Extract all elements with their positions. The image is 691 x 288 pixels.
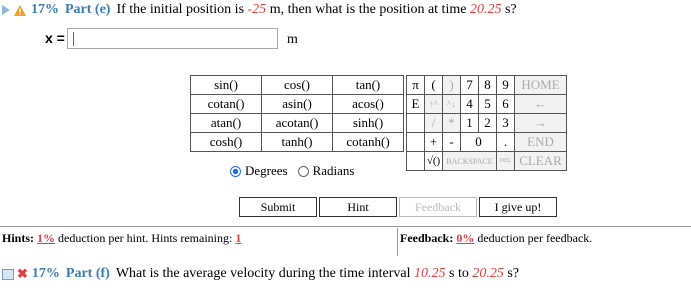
key-1[interactable]: 1	[460, 113, 479, 133]
submit-button[interactable]: Submit	[239, 197, 317, 217]
divide-button[interactable]: /	[424, 113, 443, 133]
key-5[interactable]: 5	[478, 94, 497, 114]
key-4[interactable]: 4	[460, 94, 479, 114]
part-e-question: If the initial position is -25 m, then w…	[116, 2, 517, 17]
answer-input[interactable]	[67, 28, 278, 49]
minus-button[interactable]: -	[442, 132, 461, 152]
hint-deduction: 1%	[37, 231, 56, 245]
feedback-deduction: 0%	[456, 231, 475, 245]
time-value: 20.25	[469, 2, 502, 17]
answer-label: x =	[45, 30, 65, 46]
right-arrow-button[interactable]: →	[514, 113, 567, 133]
cotan-button[interactable]: cotan()	[190, 94, 262, 114]
text-cursor	[73, 32, 74, 46]
t1-value: 10.25	[414, 266, 446, 281]
key-2[interactable]: 2	[478, 113, 497, 133]
sinh-button[interactable]: sinh()	[332, 113, 404, 133]
superscript-button[interactable]: ↑^	[424, 94, 443, 114]
open-paren-button[interactable]: (	[424, 75, 443, 95]
radians-radio[interactable]	[297, 165, 309, 177]
plus-button[interactable]: +	[424, 132, 443, 152]
hints-text: Hints: 1% deduction per hint. Hints rema…	[2, 231, 242, 245]
feedback-button[interactable]: Feedback	[399, 197, 477, 217]
tan-button[interactable]: tan()	[332, 75, 404, 95]
e-button[interactable]: E	[406, 94, 425, 114]
part-e-header: 17% Part (e) If the initial position is …	[2, 2, 517, 18]
clear-button[interactable]: CLEAR	[514, 151, 567, 171]
play-icon[interactable]	[2, 5, 10, 15]
degrees-radio[interactable]	[230, 165, 241, 177]
cos-button[interactable]: cos()	[261, 75, 333, 95]
angle-mode-group: Degrees Radians	[230, 163, 354, 179]
function-keypad: sin() cos() tan() cotan() asin() acos() …	[190, 75, 404, 152]
give-up-button[interactable]: I give up!	[479, 197, 557, 217]
numeric-keypad: π ( ) 7 8 9 HOME E ↑^ ^↓ 4 5 6 ← / * 1 2…	[406, 75, 567, 171]
key-9[interactable]: 9	[496, 75, 515, 95]
acotan-button[interactable]: acotan()	[261, 113, 333, 133]
del-button[interactable]: DEL	[496, 151, 515, 171]
home-button[interactable]: HOME	[514, 75, 567, 95]
key-8[interactable]: 8	[478, 75, 497, 95]
part-e-label: Part (e)	[65, 2, 111, 17]
asin-button[interactable]: asin()	[261, 94, 333, 114]
decimal-button[interactable]: .	[496, 132, 515, 152]
tanh-button[interactable]: tanh()	[261, 132, 333, 152]
atan-button[interactable]: atan()	[190, 113, 262, 133]
initial-position-value: -25	[247, 2, 267, 17]
degrees-label: Degrees	[245, 163, 288, 178]
hint-button[interactable]: Hint	[319, 197, 397, 217]
end-button[interactable]: END	[514, 132, 567, 152]
part-f-question: What is the average velocity during the …	[115, 266, 520, 281]
feedback-text: Feedback: 0% deduction per feedback.	[400, 231, 593, 245]
part-e-percent: 17%	[31, 2, 59, 17]
blank-key	[406, 132, 425, 152]
subscript-button[interactable]: ^↓	[442, 94, 461, 114]
part-f-label: Part (f)	[65, 266, 110, 281]
divider	[397, 228, 398, 256]
sin-button[interactable]: sin()	[190, 75, 262, 95]
cotanh-button[interactable]: cotanh()	[332, 132, 404, 152]
wrong-x-icon: ✖	[17, 266, 28, 281]
key-0[interactable]: 0	[460, 132, 497, 152]
radians-label: Radians	[312, 163, 355, 178]
blank-key	[406, 113, 425, 133]
backspace-button[interactable]: BACKSPACE	[442, 151, 497, 171]
blank-key	[406, 151, 425, 171]
pi-button[interactable]: π	[406, 75, 425, 95]
key-6[interactable]: 6	[496, 94, 515, 114]
close-paren-button[interactable]: )	[442, 75, 461, 95]
left-arrow-button[interactable]: ←	[514, 94, 567, 114]
hints-remaining: 1	[235, 231, 242, 245]
warning-icon	[14, 4, 26, 16]
acos-button[interactable]: acos()	[332, 94, 404, 114]
part-f-percent: 17%	[31, 266, 60, 281]
expand-icon[interactable]	[2, 268, 14, 280]
sqrt-button[interactable]: √()	[424, 151, 443, 171]
part-f-header: ✖ 17% Part (f) What is the average veloc…	[2, 266, 519, 282]
cosh-button[interactable]: cosh()	[190, 132, 262, 152]
t2-value: 20.25	[472, 266, 504, 281]
key-7[interactable]: 7	[460, 75, 479, 95]
multiply-button[interactable]: *	[442, 113, 461, 133]
answer-unit: m	[287, 32, 298, 47]
key-3[interactable]: 3	[496, 113, 515, 133]
